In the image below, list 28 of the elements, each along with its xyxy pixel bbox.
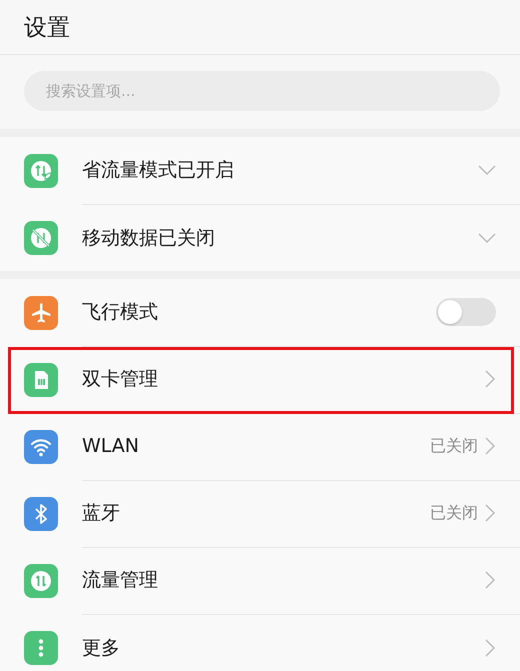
row-label: 省流量模式已开启	[82, 158, 235, 183]
page-title: 设置	[24, 14, 70, 42]
row-label: 更多	[82, 636, 121, 660]
status-text: 已关闭	[430, 502, 478, 524]
settings-row[interactable]: 蓝牙 已关闭	[0, 480, 520, 547]
row-label: WLAN	[82, 435, 140, 457]
chevron-down-icon[interactable]	[478, 164, 496, 176]
toggle-switch[interactable]	[436, 298, 496, 326]
row-label: 双卡管理	[82, 367, 159, 392]
settings-row[interactable]: 省流量模式已开启	[0, 137, 520, 204]
settings-row[interactable]: 飞行模式	[0, 279, 520, 346]
chevron-right-icon[interactable]	[484, 638, 496, 656]
chevron-right-icon[interactable]	[484, 370, 496, 388]
chevron-down-icon[interactable]	[478, 232, 496, 244]
settings-row[interactable]: 更多	[0, 614, 520, 671]
chevron-right-icon[interactable]	[484, 504, 496, 522]
row-label: 流量管理	[82, 568, 159, 593]
row-label: 飞行模式	[82, 300, 159, 325]
settings-row[interactable]: 双卡管理	[0, 346, 520, 413]
status-text: 已关闭	[430, 436, 478, 456]
chevron-right-icon[interactable]	[484, 437, 496, 455]
search-field[interactable]: 搜索设置项...	[24, 71, 500, 111]
row-label: 蓝牙	[82, 501, 121, 526]
row-label: 移动数据已关闭	[82, 226, 216, 250]
settings-row[interactable]: 移动数据已关闭	[0, 204, 520, 271]
settings-row[interactable]: 流量管理	[0, 547, 520, 614]
chevron-right-icon[interactable]	[484, 571, 496, 589]
settings-row[interactable]: WLAN 已关闭	[0, 413, 520, 480]
